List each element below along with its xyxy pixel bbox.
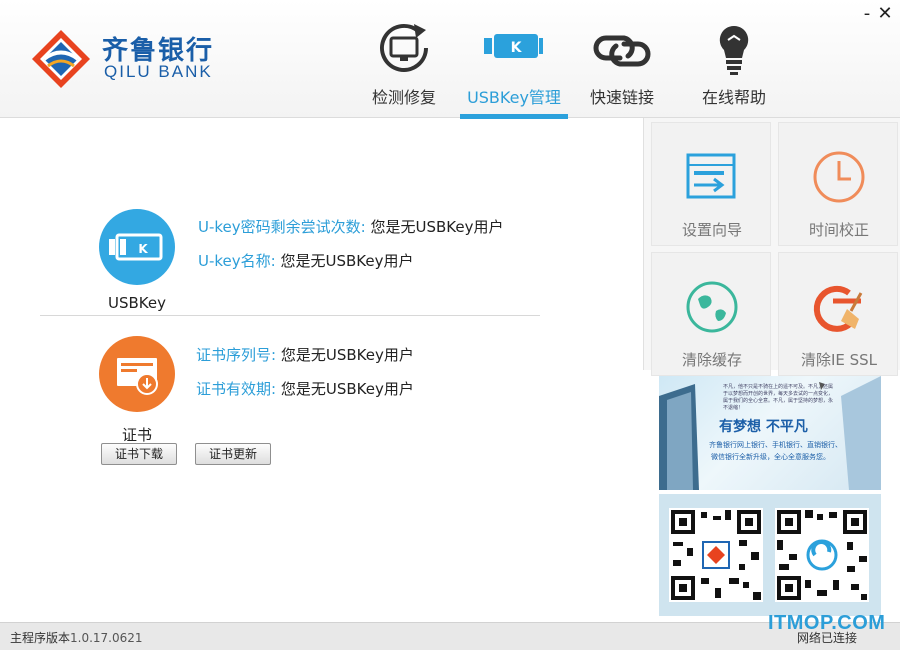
cert-validity-row: 证书有效期: 您是无USBKey用户 xyxy=(196,378,414,399)
monitor-refresh-icon xyxy=(374,18,434,78)
bank-logo: 齐鲁银行 QILU BANK xyxy=(30,28,230,88)
close-button[interactable]: ✕ xyxy=(876,4,894,24)
nav-tab-quick-links[interactable]: 快速链接 xyxy=(568,14,676,118)
tile-clear-cache[interactable]: 清除缓存 xyxy=(651,252,771,376)
cert-serial-label: 证书序列号: xyxy=(196,346,276,364)
lightbulb-icon xyxy=(704,18,764,78)
usbkey-status-icon: K xyxy=(99,209,175,285)
svg-text:K: K xyxy=(511,40,523,56)
usbkey-retry-value: 您是无USBKey用户 xyxy=(371,218,504,236)
tile-label: 设置向导 xyxy=(652,219,772,240)
section-divider xyxy=(40,315,540,316)
tools-panel: 设置向导 时间校正 清除缓存 清除IE SSL xyxy=(643,118,900,370)
promo-fine-print: 不凡，他不只是不骑在上的遥不可及。不凡，还属于以梦想而开创的世界，每天多去试的一… xyxy=(723,384,833,412)
tile-label: 时间校正 xyxy=(779,219,899,240)
version-number: 1.0.17.0621 xyxy=(70,631,143,645)
minimize-button[interactable]: - xyxy=(858,4,876,24)
usb-key-icon: K xyxy=(484,18,544,78)
active-tab-indicator xyxy=(460,114,568,119)
usbkey-name-row: U-key名称: 您是无USBKey用户 xyxy=(198,250,413,271)
tile-setup-wizard[interactable]: 设置向导 xyxy=(651,122,771,246)
qr-code-icon xyxy=(669,508,763,602)
site-watermark: ITMOP.COM xyxy=(768,612,885,635)
tile-time-sync[interactable]: 时间校正 xyxy=(778,122,898,246)
nav-tab-label: USBKey管理 xyxy=(460,84,568,108)
tile-label: 清除缓存 xyxy=(652,349,772,370)
nav-tab-repair[interactable]: 检测修复 xyxy=(350,14,458,118)
setup-wizard-icon xyxy=(684,149,740,205)
certificate-download-icon xyxy=(99,336,175,412)
qilu-bank-logo-icon xyxy=(30,28,92,90)
header-bar: 齐鲁银行 QILU BANK - ✕ 检测修复 K USBKey管理 快速链接 xyxy=(0,0,900,118)
usbkey-retry-row: U-key密码剩余尝试次数: 您是无USBKey用户 xyxy=(198,216,504,237)
usbkey-name-label: U-key名称: xyxy=(198,252,276,270)
cert-caption: 证书 xyxy=(87,424,187,445)
usbkey-retry-label: U-key密码剩余尝试次数: xyxy=(198,218,366,236)
status-bar: 主程序版本1.0.17.0621 网络已连接 xyxy=(0,622,900,650)
usb-key-icon: K xyxy=(99,209,175,285)
tile-clear-ie-ssl[interactable]: 清除IE SSL xyxy=(778,252,898,376)
usbkey-name-value: 您是无USBKey用户 xyxy=(280,252,413,270)
version-text: 主程序版本1.0.17.0621 xyxy=(10,629,143,646)
qr-code-panel xyxy=(659,494,881,616)
svg-text:K: K xyxy=(138,242,148,256)
cert-validity-value: 您是无USBKey用户 xyxy=(281,380,414,398)
cert-download-button[interactable]: 证书下载 xyxy=(101,443,177,465)
ie-broom-icon xyxy=(811,279,867,335)
nav-tab-label: 在线帮助 xyxy=(680,84,788,108)
nav-tab-label: 检测修复 xyxy=(350,84,458,108)
cert-serial-row: 证书序列号: 您是无USBKey用户 xyxy=(196,344,414,365)
promo-line-2: 微信银行全新升级，全心全意服务您。 xyxy=(711,452,830,462)
nav-tab-label: 快速链接 xyxy=(568,84,676,108)
promo-title: 有梦想 不平凡 xyxy=(719,416,808,436)
usbkey-caption: USBKey xyxy=(87,294,187,312)
cert-status-icon xyxy=(99,336,175,412)
version-label: 主程序版本 xyxy=(10,631,70,645)
chain-link-icon xyxy=(592,18,652,78)
bank-name-en: QILU BANK xyxy=(104,62,213,82)
qr-code-icon xyxy=(775,508,869,602)
promo-line-1: 齐鲁银行网上银行、手机银行、直销银行、 xyxy=(709,440,842,450)
cert-serial-value: 您是无USBKey用户 xyxy=(281,346,414,364)
clock-icon xyxy=(811,149,867,205)
cert-update-button[interactable]: 证书更新 xyxy=(195,443,271,465)
promo-banner[interactable]: 不凡，他不只是不骑在上的遥不可及。不凡，还属于以梦想而开创的世界，每天多去试的一… xyxy=(659,376,881,490)
tile-label: 清除IE SSL xyxy=(779,349,899,370)
cert-validity-label: 证书有效期: xyxy=(196,380,276,398)
nav-tab-help[interactable]: 在线帮助 xyxy=(680,14,788,118)
globe-icon xyxy=(684,279,740,335)
nav-tab-usbkey[interactable]: K USBKey管理 xyxy=(460,14,568,118)
